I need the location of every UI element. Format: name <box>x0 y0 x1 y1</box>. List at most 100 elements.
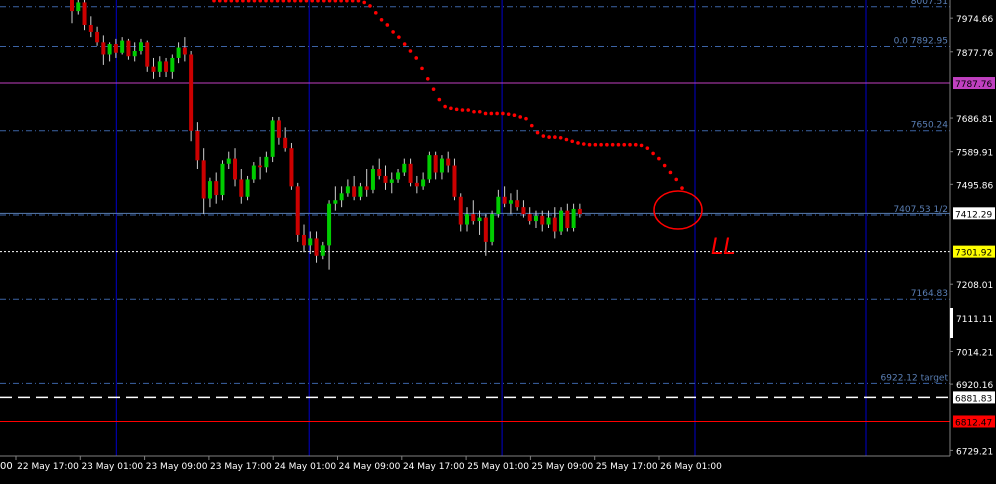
fib-level-label: 6922.12 target <box>881 373 949 383</box>
candle-bull <box>421 179 426 187</box>
sar-dot <box>605 142 609 147</box>
sar-dot <box>628 142 632 147</box>
price-box-label: 6881.83 <box>955 394 992 404</box>
sar-dot <box>593 142 598 147</box>
sar-dot <box>616 142 621 147</box>
x-tick-label: 23 May 17:00 <box>210 462 272 472</box>
candle-bull <box>496 196 501 215</box>
sar-dot <box>449 106 453 111</box>
candle-bear <box>414 182 419 187</box>
scroll-indicator[interactable] <box>950 308 953 338</box>
y-tick-label: 7686.81 <box>956 115 993 125</box>
sar-dot <box>651 151 655 156</box>
sar-dot <box>443 104 447 109</box>
candle-bear <box>527 214 532 222</box>
candle-bear <box>295 186 300 235</box>
sar-dot <box>570 139 575 144</box>
candle-bear <box>383 175 388 183</box>
sar-dot <box>489 111 494 116</box>
fib-level-label: 8007.51 <box>911 0 948 7</box>
sar-dot <box>633 142 638 147</box>
x-tick-label: 24 May 09:00 <box>339 462 401 472</box>
sar-dot <box>587 142 592 147</box>
candle-bear <box>189 54 194 131</box>
candle-bull <box>389 179 394 183</box>
x-tick-label: 24 May 01:00 <box>274 462 336 472</box>
candle-bull <box>546 217 551 225</box>
candle-bull <box>490 214 495 242</box>
candle-bear <box>182 47 187 55</box>
candle-bull <box>320 245 325 256</box>
sar-dot <box>397 35 401 39</box>
sar-dot <box>547 135 551 139</box>
x-tick-label: 25 May 01:00 <box>467 462 529 472</box>
sar-dot <box>362 0 367 5</box>
sar-dot <box>599 142 603 147</box>
candle-bull <box>439 158 444 173</box>
sar-dot <box>576 141 580 145</box>
sar-dot <box>385 23 390 27</box>
sar-dot <box>564 137 569 142</box>
sar-dot <box>460 108 465 112</box>
y-tick-label: 7877.76 <box>956 49 993 59</box>
candle-bull <box>207 181 212 199</box>
candle-bull <box>358 186 363 197</box>
sar-dot <box>680 186 684 190</box>
candle-bear <box>540 215 545 225</box>
candle-bear <box>276 120 281 138</box>
sar-dot <box>662 163 667 168</box>
candle-bull <box>427 155 432 180</box>
sar-dot <box>518 115 523 119</box>
candle-bull <box>270 120 275 157</box>
candle-bear <box>433 155 438 173</box>
candle-bear <box>515 200 520 208</box>
x-tick-label: 25 May 17:00 <box>596 462 658 472</box>
sar-dot <box>506 112 511 116</box>
sar-dot <box>391 30 395 34</box>
sar-dot <box>581 142 586 146</box>
candle-bear <box>483 217 488 242</box>
candle-bull <box>370 169 375 190</box>
candle-bull <box>132 51 137 57</box>
candle-bear <box>164 61 169 72</box>
candle-bull <box>157 61 162 72</box>
candle-bull <box>176 47 181 58</box>
y-tick-label: 6920.16 <box>956 381 993 391</box>
candle-bear <box>552 217 557 232</box>
candle-bull <box>76 2 81 12</box>
candle-bull <box>226 158 231 164</box>
sar-dot <box>639 143 644 148</box>
x-tick-label: 24 May 17:00 <box>403 462 465 472</box>
candle-bear <box>214 181 219 196</box>
sar-dot <box>512 113 517 118</box>
candle-bull <box>465 214 470 225</box>
price-box-label: 7787.76 <box>955 80 992 90</box>
candle-bull <box>396 172 401 180</box>
candle-bear <box>577 208 582 215</box>
candle-bull <box>107 44 112 55</box>
candle-bear <box>258 165 263 168</box>
candle-bear <box>452 165 457 197</box>
candle-bear <box>458 196 463 225</box>
candle-bear <box>101 42 106 55</box>
x-tick-label-fragment: 00 <box>0 461 13 472</box>
fib-level-label: 7164.83 <box>911 289 948 299</box>
sar-dot <box>368 4 372 8</box>
candle-bull <box>508 200 513 204</box>
candle-bear <box>565 210 570 228</box>
sar-dot <box>535 130 540 135</box>
candle-bear <box>95 31 100 43</box>
candle-bull <box>251 165 256 180</box>
candle-bear <box>113 44 118 53</box>
sar-dot <box>431 87 436 91</box>
x-tick-label: 23 May 09:00 <box>146 462 208 472</box>
candle-bull <box>533 215 538 222</box>
sar-dot <box>425 76 430 81</box>
y-tick-label: 7014.21 <box>956 348 993 358</box>
price-box-label: 6812.47 <box>955 418 992 428</box>
sar-dot <box>483 111 488 116</box>
price-chart[interactable]: 8007.51 0.0 7892.95 7650.24 7407.53 1/2 7164… <box>0 0 996 480</box>
candle-bear <box>377 169 382 176</box>
candle-bear <box>151 66 156 72</box>
sar-dot <box>408 49 413 53</box>
